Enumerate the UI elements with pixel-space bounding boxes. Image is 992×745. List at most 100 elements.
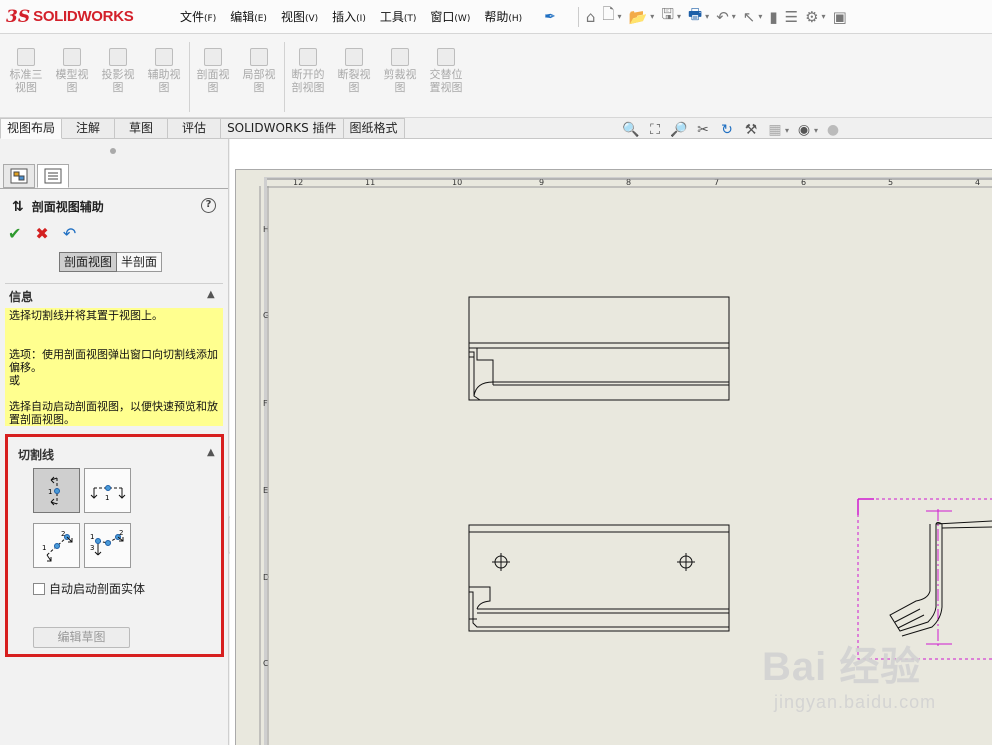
standard-3-view-button[interactable]: 标准三 视图 — [4, 48, 48, 94]
break-view-icon — [345, 48, 363, 66]
select-arrow-icon[interactable]: ↖ — [743, 8, 756, 26]
cutline-horizontal-button[interactable]: 1 — [84, 468, 131, 513]
ok-check-icon[interactable]: ✔ — [8, 224, 21, 243]
property-manager-tab[interactable] — [37, 164, 69, 188]
tab-sketch[interactable]: 草图 — [115, 118, 169, 139]
chevron-down-icon[interactable]: ▾ — [732, 12, 736, 21]
tab-annotation[interactable]: 注解 — [62, 118, 116, 139]
info-group-header[interactable]: 信息 — [9, 288, 33, 305]
chevron-down-icon[interactable]: ▾ — [822, 12, 826, 21]
tab-sheet-format[interactable]: 图纸格式 — [343, 118, 405, 139]
projected-view-icon — [109, 48, 127, 66]
open-folder-icon[interactable]: 📂 — [629, 8, 648, 26]
undo-icon[interactable]: ↶ — [716, 8, 729, 26]
cutline-auxiliary-button[interactable]: 1 3 2 — [84, 523, 131, 568]
auto-start-checkbox[interactable] — [33, 582, 45, 595]
horizontal-cutline-icon: 1 — [90, 484, 125, 502]
graphics-area[interactable]: 12 11 10 9 8 7 6 5 4 H G F E D C Bai 经验 … — [230, 139, 992, 745]
chevron-down-icon[interactable]: ▾ — [650, 12, 654, 21]
section-view-segment[interactable]: 剖面视图 — [59, 252, 118, 272]
top-view[interactable] — [468, 296, 730, 401]
menu-edit[interactable]: 编辑(E) — [230, 8, 267, 25]
auxiliary-cutline-icon: 1 3 2 — [90, 529, 123, 555]
print-icon[interactable]: 🖶 — [688, 4, 702, 29]
ok-cancel-row: ✔ ✖ ↶ — [8, 224, 76, 243]
more-commands-icon[interactable]: ▣ — [833, 8, 847, 26]
tab-view-layout[interactable]: 视图布局 — [0, 118, 63, 139]
menu-window[interactable]: 窗口(W) — [430, 8, 470, 25]
quick-access-toolbar: ⌂ 🗋 ▾ 📂 ▾ 🖫 ▾ 🖶 ▾ ↶ ▾ ↖ ▾ ▮ ☰ ⚙ ▾ ▣ — [577, 4, 847, 29]
auto-start-label: 自动启动剖面实体 — [49, 582, 146, 596]
aligned-cutline-icon: 1 2 — [42, 530, 72, 561]
chevron-down-icon[interactable]: ▾ — [617, 12, 621, 21]
menu-help[interactable]: 帮助(H) — [484, 8, 522, 25]
chevron-down-icon[interactable]: ▾ — [814, 126, 818, 135]
model-view-icon — [63, 48, 81, 66]
standard-3-view-icon — [17, 48, 35, 66]
home-icon[interactable]: ⌂ — [586, 8, 596, 26]
detail-view-icon — [250, 48, 268, 66]
undo-icon[interactable]: ↶ — [63, 224, 76, 243]
panel-grip[interactable] — [110, 148, 116, 154]
collapse-chevron-icon[interactable]: ▲ — [207, 447, 215, 458]
command-tabs: 视图布局 注解 草图 评估 SOLIDWORKS 插件 图纸格式 — [0, 118, 405, 139]
options-gear-icon[interactable]: ⚙ — [805, 8, 818, 26]
model-view-button[interactable]: 模型视 图 — [50, 48, 94, 94]
hide-show-items-icon[interactable]: ▦ — [766, 121, 784, 139]
previous-view-icon[interactable]: 🔎 — [670, 121, 688, 139]
feature-title-text: 剖面视图辅助 — [31, 200, 104, 214]
chevron-down-icon[interactable]: ▾ — [785, 126, 789, 135]
broken-out-section-button[interactable]: 断开的 剖视图 — [286, 48, 330, 94]
appearance-icon[interactable]: ● — [824, 121, 842, 139]
section-view-icon — [204, 48, 222, 66]
new-document-icon[interactable]: 🗋 — [602, 4, 614, 29]
tab-addins[interactable]: SOLIDWORKS 插件 — [221, 118, 344, 139]
main-menu: 文件(F) 编辑(E) 视图(V) 插入(I) 工具(T) 窗口(W) 帮助(H… — [180, 8, 536, 25]
toolbar-separator — [577, 6, 579, 27]
property-list-icon — [44, 168, 62, 184]
cancel-x-icon[interactable]: ✖ — [35, 224, 48, 243]
display-settings-icon[interactable]: ⚒ — [742, 121, 760, 139]
svg-text:1: 1 — [42, 544, 46, 552]
projected-view-button[interactable]: 投影视 图 — [96, 48, 140, 94]
menu-tools[interactable]: 工具(T) — [380, 8, 417, 25]
menu-file[interactable]: 文件(F) — [180, 8, 216, 25]
menu-bar: 3S SOLIDWORKS 文件(F) 编辑(E) 视图(V) 插入(I) 工具… — [0, 0, 992, 34]
rebuild-icon[interactable]: ▮ — [769, 8, 777, 26]
front-view[interactable] — [468, 524, 730, 632]
cutline-aligned-button[interactable]: 1 2 — [33, 523, 80, 568]
file-properties-icon[interactable]: ☰ — [785, 8, 798, 26]
half-section-segment[interactable]: 半剖面 — [117, 252, 163, 272]
cutline-group-header[interactable]: 切割线 — [18, 446, 54, 463]
crop-view-button[interactable]: 剪裁视 图 — [378, 48, 422, 94]
chevron-down-icon[interactable]: ▾ — [705, 12, 709, 21]
auxiliary-view-button[interactable]: 辅助视 图 — [142, 48, 186, 94]
feature-manager-tab[interactable] — [3, 164, 35, 188]
save-icon[interactable]: 🖫 — [661, 4, 674, 29]
tab-evaluate[interactable]: 评估 — [168, 118, 222, 139]
pin-icon[interactable]: ✒ — [544, 9, 556, 25]
detail-view-button[interactable]: 局部视 图 — [237, 48, 281, 94]
section-view-button[interactable]: 剖面视 图 — [191, 48, 235, 94]
menu-view[interactable]: 视图(V) — [281, 8, 318, 25]
collapse-chevron-icon[interactable]: ▲ — [207, 289, 215, 300]
zoom-to-fit-icon[interactable]: 🔍 — [622, 121, 640, 139]
break-view-button[interactable]: 断裂视 图 — [332, 48, 376, 94]
section-view-assist-icon: ⇅ — [12, 198, 24, 215]
broken-out-section-icon — [299, 48, 317, 66]
chevron-down-icon[interactable]: ▾ — [677, 12, 681, 21]
panel-tab-divider — [0, 188, 228, 189]
rotate-icon[interactable]: ↻ — [718, 121, 736, 139]
solidworks-logo[interactable]: 3S SOLIDWORKS — [0, 0, 158, 34]
auto-start-section-option[interactable]: 自动启动剖面实体 — [33, 580, 145, 597]
cutline-vertical-button[interactable]: 1 — [33, 468, 80, 513]
section-view-tool-icon[interactable]: ✂ — [694, 121, 712, 139]
chevron-down-icon[interactable]: ▾ — [758, 12, 762, 21]
zoom-to-area-icon[interactable]: ⛶ — [646, 121, 664, 139]
menu-insert[interactable]: 插入(I) — [332, 8, 366, 25]
edit-sketch-button[interactable]: 编辑草图 — [33, 627, 130, 648]
help-icon[interactable]: ? — [201, 198, 216, 213]
baidu-watermark: Bai 经验 jingyan.baidu.com — [762, 634, 936, 713]
alternate-position-view-button[interactable]: 交替位 置视图 — [424, 48, 468, 94]
view-settings-eye-icon[interactable]: ◉ — [795, 121, 813, 139]
